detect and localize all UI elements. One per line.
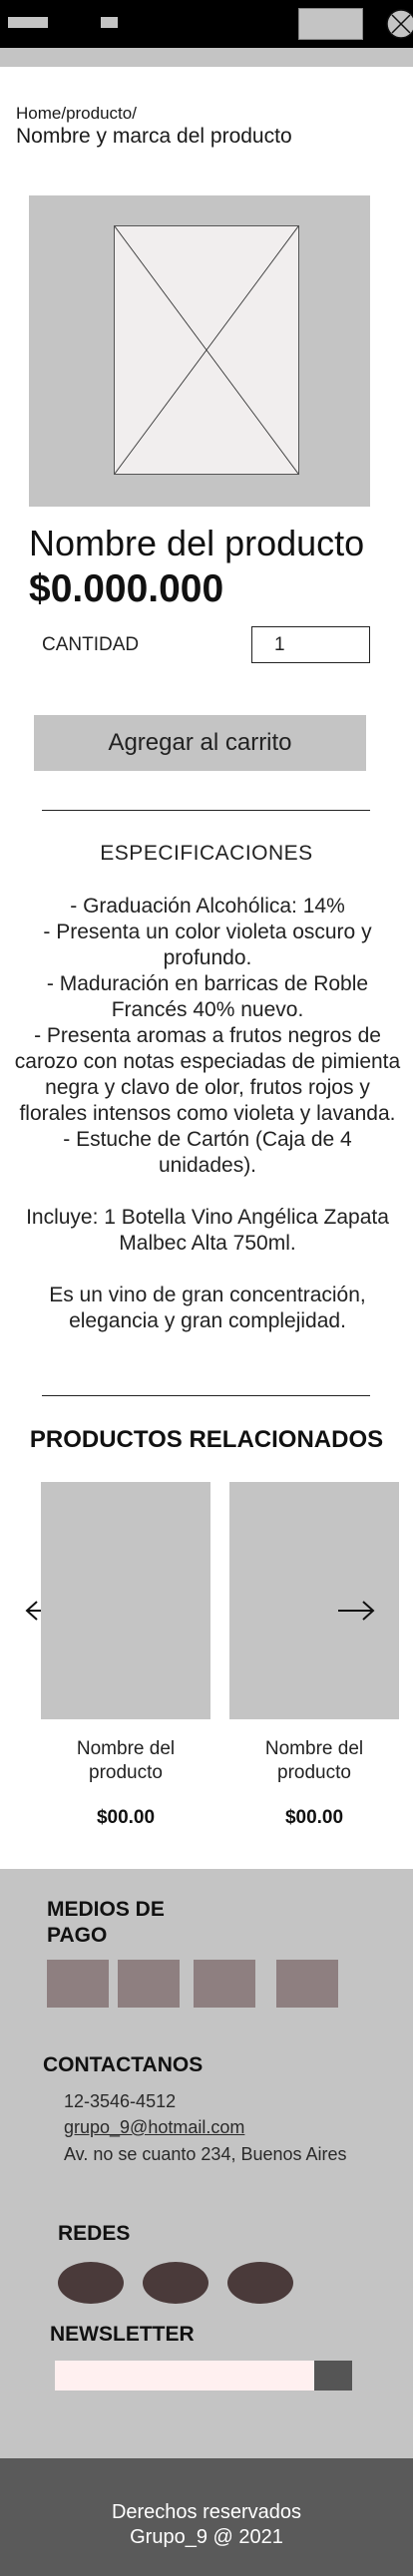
quantity-input[interactable] [251, 626, 370, 663]
spec-description: Es un vino de gran concentración, elegan… [49, 1284, 366, 1332]
related-product-card[interactable] [41, 1482, 210, 1719]
quantity-label: CANTIDAD [42, 634, 140, 655]
logo-mark-placeholder [101, 17, 118, 28]
related-product-name[interactable]: Nombre del producto [41, 1737, 210, 1785]
product-image [29, 195, 370, 507]
spec-item: - Maduración en barricas de Roble Francé… [46, 972, 369, 1021]
related-product-price: $00.00 [284, 1807, 344, 1828]
social-link-icon[interactable] [58, 2262, 124, 2304]
payment-method-icon [118, 1960, 180, 2008]
sub-header-strip [0, 48, 413, 67]
payment-methods-title: MEDIOS DE PAGO [47, 1898, 165, 1947]
copyright-line: Derechos reservados [111, 2501, 302, 2523]
specifications-title: ESPECIFICACIONES [100, 842, 313, 865]
search-input[interactable] [298, 8, 363, 40]
spec-item: - Presenta aromas a frutos negros de car… [14, 1024, 401, 1125]
newsletter-title: NEWSLETTER [50, 2323, 195, 2346]
contact-address: Av. no se cuanto 234, Buenos Aires [64, 2144, 347, 2164]
image-placeholder-icon [114, 225, 299, 475]
related-product-price: $00.00 [96, 1807, 156, 1828]
product-name: Nombre del producto [29, 523, 365, 563]
social-link-icon[interactable] [143, 2262, 208, 2304]
arrow-right-icon[interactable] [336, 1600, 376, 1622]
newsletter-submit-button[interactable] [314, 2361, 352, 2391]
add-to-cart-button[interactable]: Agregar al carrito [34, 715, 366, 771]
logo-placeholder[interactable] [8, 17, 48, 28]
breadcrumb-current-title: Nombre y marca del producto [16, 125, 292, 148]
top-navigation-bar [0, 0, 413, 48]
contact-title: CONTACTANOS [43, 2053, 204, 2076]
breadcrumb[interactable]: Home/producto/ [16, 104, 137, 124]
newsletter-email-input[interactable] [55, 2361, 314, 2391]
contact-phone: 12-3546-4512 [64, 2091, 177, 2111]
social-link-icon[interactable] [227, 2262, 293, 2304]
social-title: REDES [58, 2222, 131, 2245]
divider [42, 810, 370, 811]
copyright-text: Derechos reservados Grupo_9 @ 2021 [0, 2500, 413, 2550]
related-products-title: PRODUCTOS RELACIONADOS [29, 1426, 384, 1453]
close-circle-icon[interactable] [384, 8, 413, 40]
divider [42, 1395, 370, 1396]
spec-item: - Graduación Alcohólica: 14% [70, 895, 345, 918]
product-price: $0.000.000 [29, 567, 224, 610]
payment-method-icon [276, 1960, 338, 2008]
spec-includes: Incluye: 1 Botella Vino Angélica Zapata … [26, 1206, 389, 1255]
contact-email-link[interactable]: grupo_9@hotmail.com [64, 2117, 244, 2138]
specifications-body: - Graduación Alcohólica: 14% - Presenta … [14, 894, 401, 1334]
copyright-bar: Derechos reservados Grupo_9 @ 2021 [0, 2458, 413, 2576]
spec-item: - Estuche de Cartón (Caja de 4 unidades)… [63, 1128, 352, 1177]
payment-method-icon [194, 1960, 255, 2008]
payment-method-icon [47, 1960, 109, 2008]
related-product-name[interactable]: Nombre del producto [229, 1737, 399, 1785]
copyright-line: Grupo_9 @ 2021 [130, 2526, 283, 2548]
spec-item: - Presenta un color violeta oscuro y pro… [43, 920, 372, 969]
